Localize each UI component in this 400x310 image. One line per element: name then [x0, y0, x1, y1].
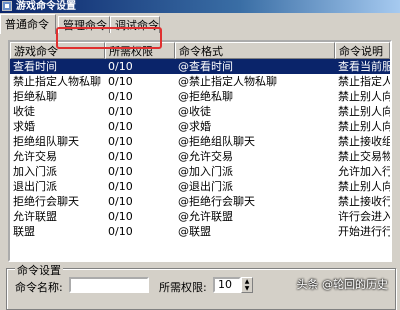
cell-description: 许行会进入联盟 [338, 210, 390, 223]
table-row[interactable]: 拒绝私聊 0/10 @拒绝私聊 禁止别人向自己 [10, 89, 390, 104]
cell-permission: 0/10 [108, 60, 133, 73]
tab-normal-commands[interactable]: 普通命令 [0, 14, 56, 34]
tab-admin-commands[interactable]: 管理命令 [58, 16, 110, 33]
table-row[interactable]: 允许联盟 0/10 @允许联盟 许行会进入联盟 [10, 209, 390, 224]
cell-description: 禁止接收行会 [338, 195, 390, 208]
cell-permission: 0/10 [108, 210, 133, 223]
cell-permission: 0/10 [108, 225, 133, 238]
cell-permission: 0/10 [108, 75, 133, 88]
cell-command: 查看时间 [13, 60, 57, 73]
permission-spinner[interactable]: ▲ ▼ [241, 277, 253, 293]
title-bar[interactable]: 游戏命令设置 [0, 0, 400, 13]
cell-command: 求婚 [13, 120, 35, 133]
table-row[interactable]: 收徒 0/10 @收徒 禁止别人向自己 [10, 104, 390, 119]
cell-format: @禁止指定人物私聊 [178, 75, 277, 88]
cell-permission: 0/10 [108, 105, 133, 118]
cell-command: 允许联盟 [13, 210, 57, 223]
cell-description: 禁止别人向自己 [338, 90, 390, 103]
cell-command: 拒绝行会聊天 [13, 195, 79, 208]
command-table[interactable]: 游戏命令 所需权限 命令格式 命令说明 查看时间 0/10 @查看时间 查看当前服务器… [8, 40, 392, 262]
tab-strip: 普通命令 管理命令 调试命令 [0, 14, 400, 49]
cell-permission: 0/10 [108, 180, 133, 193]
cell-format: @加入门派 [178, 165, 233, 178]
tab-debug-commands[interactable]: 调试命令 [110, 16, 160, 33]
column-header-permission[interactable]: 所需权限 [105, 42, 175, 59]
cell-format: @收徒 [178, 105, 211, 118]
column-header-format[interactable]: 命令格式 [175, 42, 335, 59]
cell-format: @拒绝组队聊天 [178, 135, 255, 148]
cell-description: 禁止指定人物 [338, 75, 390, 88]
window-title: 游戏命令设置 [16, 1, 76, 12]
column-header-command[interactable]: 游戏命令 [10, 42, 105, 59]
watermark: 头条 @轮回的历史 [296, 278, 389, 291]
cell-command: 收徒 [13, 105, 35, 118]
cell-description: 开始进行行会 [338, 225, 390, 238]
cell-format: @联盟 [178, 225, 211, 238]
group-label: 命令设置 [15, 262, 63, 278]
table-row[interactable]: 加入门派 0/10 @加入门派 允许加入行会 [10, 164, 390, 179]
cell-format: @拒绝私聊 [178, 90, 233, 103]
cell-command: 拒绝组队聊天 [13, 135, 79, 148]
cell-command: 退出门派 [13, 180, 57, 193]
cell-permission: 0/10 [108, 195, 133, 208]
permission-label: 所需权限: [159, 281, 207, 294]
table-row[interactable]: 联盟 0/10 @联盟 开始进行行会 [10, 224, 390, 239]
cell-description: 允许加入行会 [338, 165, 390, 178]
cell-description: 禁止别人向自己 [338, 105, 390, 118]
cell-command: 联盟 [13, 225, 35, 238]
cell-description: 禁止交易物品 [338, 150, 390, 163]
cell-permission: 0/10 [108, 120, 133, 133]
table-row[interactable]: 拒绝组队聊天 0/10 @拒绝组队聊天 禁止接收组队 [10, 134, 390, 149]
app-icon [2, 1, 12, 11]
cell-description: 查看当前服务器 [338, 60, 390, 73]
cell-permission: 0/10 [108, 150, 133, 163]
cell-command: 禁止指定人物私聊 [13, 75, 101, 88]
cell-description: 禁止别人向自己 [338, 120, 390, 133]
cell-description: 禁止接收组队 [338, 135, 390, 148]
permission-field[interactable]: 10 [213, 277, 241, 293]
cell-format: @退出门派 [178, 180, 233, 193]
table-row[interactable]: 允许交易 0/10 @允许交易 禁止交易物品 [10, 149, 390, 164]
cell-format: @允许交易 [178, 150, 233, 163]
cell-command: 加入门派 [13, 165, 57, 178]
cell-command: 拒绝私聊 [13, 90, 57, 103]
cell-format: @拒绝行会聊天 [178, 195, 255, 208]
command-name-label: 命令名称: [15, 281, 63, 294]
table-row[interactable]: 拒绝行会聊天 0/10 @拒绝行会聊天 禁止接收行会 [10, 194, 390, 209]
cell-format: @允许联盟 [178, 210, 233, 223]
column-header-description[interactable]: 命令说明 [335, 42, 390, 59]
table-row[interactable]: 求婚 0/10 @求婚 禁止别人向自己 [10, 119, 390, 134]
command-name-field[interactable] [69, 277, 149, 293]
table-row[interactable]: 退出门派 0/10 @退出门派 禁止别人向自己 [10, 179, 390, 194]
cell-permission: 0/10 [108, 90, 133, 103]
cell-permission: 0/10 [108, 135, 133, 148]
cell-command: 允许交易 [13, 150, 57, 163]
cell-permission: 0/10 [108, 165, 133, 178]
cell-description: 禁止别人向自己 [338, 180, 390, 193]
table-row[interactable]: 查看时间 0/10 @查看时间 查看当前服务器 [10, 59, 390, 74]
cell-format: @查看时间 [178, 60, 233, 73]
cell-format: @求婚 [178, 120, 211, 133]
table-row[interactable]: 禁止指定人物私聊 0/10 @禁止指定人物私聊 禁止指定人物 [10, 74, 390, 89]
